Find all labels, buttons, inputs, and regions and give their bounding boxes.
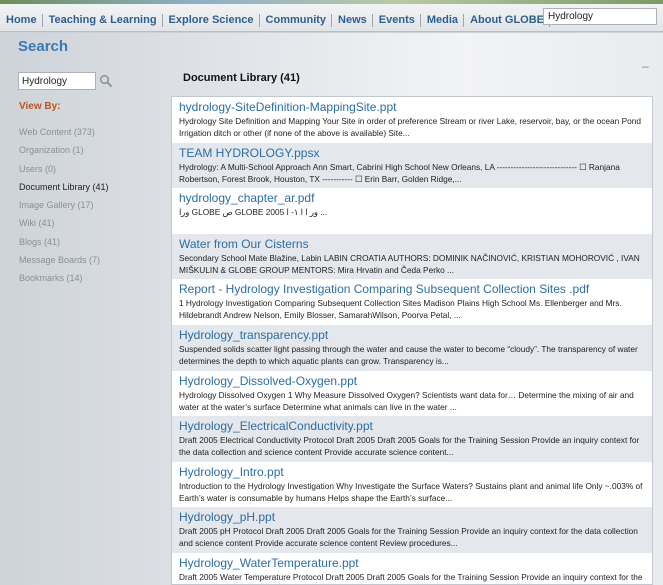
view-by-item[interactable]: Wiki (41)	[19, 216, 169, 234]
result-title-link[interactable]: Hydrology_Intro.ppt	[179, 465, 645, 480]
result-item: Hydrology_Dissolved-Oxygen.ppt Hydrology …	[172, 371, 652, 417]
header-banner-strip	[0, 0, 663, 4]
result-snippet: ورا GLOBE ص GLOBE 2005 ور ا ا ١- ا ...	[179, 207, 328, 218]
nav-teaching-learning[interactable]: Teaching & Learning	[43, 14, 163, 27]
result-title-link[interactable]: Hydrology_WaterTemperature.ppt	[179, 556, 645, 571]
search-page: Search – View By: Web Content (373)Organ…	[0, 33, 663, 585]
result-title-link[interactable]: Hydrology_pH.ppt	[179, 510, 645, 525]
result-snippet: Secondary School Mate Blažine, Labin LAB…	[179, 252, 640, 275]
nav-events[interactable]: Events	[373, 14, 421, 27]
result-item: Hydrology_pH.ppt Draft 2005 pH Protocol D…	[172, 507, 652, 553]
view-by-list: Web Content (373) Organization (1) Users (…	[19, 125, 169, 290]
search-input[interactable]	[18, 72, 96, 90]
page-title: Search	[18, 38, 69, 55]
view-by-item[interactable]: Bookmarks (14)	[19, 271, 169, 289]
result-snippet: Introduction to the Hydrology Investigat…	[179, 480, 643, 503]
result-item: Hydrology_Intro.ppt Introduction to the H…	[172, 462, 652, 508]
view-by-item[interactable]: Message Boards (7)	[19, 253, 169, 271]
result-title-link[interactable]: hydrology_chapter_ar.pdf	[179, 191, 645, 206]
nav-home[interactable]: Home	[0, 14, 43, 27]
result-snippet: Draft 2005 Electrical Conductivity Proto…	[179, 435, 640, 458]
result-item: Report - Hydrology Investigation Compari…	[172, 279, 652, 325]
view-by-item[interactable]: Users (0)	[19, 162, 169, 180]
view-by-label: View By:	[19, 101, 61, 112]
result-title-link[interactable]: Hydrology_Dissolved-Oxygen.ppt	[179, 374, 645, 389]
result-item: Hydrology_transparency.ppt Suspended soli…	[172, 324, 652, 371]
result-title-link[interactable]: Hydrology_transparency.ppt	[179, 328, 645, 343]
result-snippet: Draft 2005 pH Protocol Draft 2005 Draft …	[179, 526, 638, 549]
result-item: hydrology_chapter_ar.pdf ورا GLOBE ص GLOB…	[172, 188, 652, 234]
nav-news[interactable]: News	[332, 14, 373, 27]
result-snippet: Hydrology: A Multi-School Approach Ann S…	[179, 161, 620, 184]
result-title-link[interactable]: Hydrology_ElectricalConductivity.ppt	[179, 419, 645, 434]
top-navigation-bar: Home Teaching & Learning Explore Science Co…	[0, 0, 663, 32]
result-snippet: Hydrology Dissolved Oxygen 1 Why Measure…	[179, 389, 634, 412]
result-item: hydrology-SiteDefinition-MappingSite.ppt…	[172, 97, 652, 143]
view-by-item[interactable]: Blogs (41)	[19, 235, 169, 253]
result-snippet: Hydrology Site Definition and Mapping Yo…	[179, 116, 641, 138]
result-title-link[interactable]: hydrology-SiteDefinition-MappingSite.ppt	[179, 100, 645, 115]
result-item: Water from Our Cisterns Secondary School …	[172, 233, 652, 280]
view-by-item[interactable]: Image Gallery (17)	[19, 198, 169, 216]
nav-community[interactable]: Community	[260, 14, 333, 27]
main-nav: Home Teaching & Learning Explore Science Co…	[0, 10, 584, 27]
nav-explore-science[interactable]: Explore Science	[163, 14, 260, 27]
result-title-link[interactable]: TEAM HYDROLOGY.ppsx	[179, 146, 645, 161]
minimize-icon[interactable]: –	[642, 59, 649, 73]
result-snippet: 1 Hydrology Investigation Comparing Subs…	[179, 298, 622, 321]
result-item: Hydrology_WaterTemperature.ppt Draft 2005…	[172, 553, 652, 584]
header-search-input[interactable]	[543, 8, 657, 25]
result-title-link[interactable]: Report - Hydrology Investigation Compari…	[179, 282, 645, 297]
result-item: Hydrology_ElectricalConductivity.ppt Draf…	[172, 416, 652, 462]
nav-media[interactable]: Media	[421, 14, 465, 27]
view-by-item[interactable]: Document Library (41)	[19, 180, 169, 198]
result-snippet: Suspended solids scatter light passing t…	[179, 343, 638, 366]
search-icon[interactable]	[99, 74, 113, 88]
result-item: TEAM HYDROLOGY.ppsx Hydrology: A Multi-Sc…	[172, 142, 652, 189]
nav-about-globe[interactable]: About GLOBE	[464, 14, 550, 27]
view-by-item[interactable]: Organization (1)	[19, 143, 169, 161]
results-list: hydrology-SiteDefinition-MappingSite.ppt…	[171, 96, 653, 585]
results-heading: Document Library (41)	[183, 72, 300, 84]
result-snippet: Draft 2005 Water Temperature Protocol Dr…	[179, 571, 643, 584]
result-title-link[interactable]: Water from Our Cisterns	[179, 237, 645, 252]
view-by-item[interactable]: Web Content (373)	[19, 125, 169, 143]
